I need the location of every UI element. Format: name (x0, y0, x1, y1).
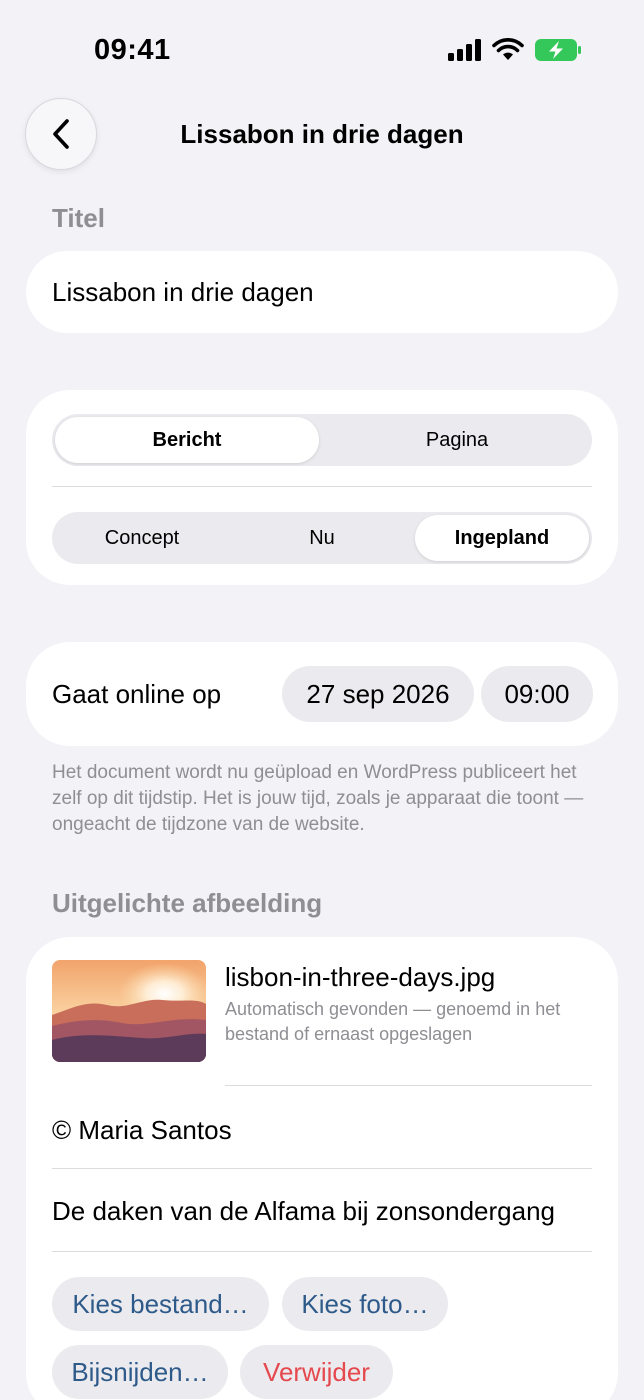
segment-ingepland[interactable]: Ingepland (415, 515, 589, 561)
divider (225, 1085, 592, 1086)
choose-photo-button[interactable]: Kies foto… (282, 1277, 448, 1331)
schedule-card: Gaat online op 27 sep 2026 09:00 (26, 642, 618, 746)
featured-image-card: lisbon-in-three-days.jpg Automatisch gev… (26, 937, 618, 1400)
segment-bericht[interactable]: Bericht (55, 417, 319, 463)
segment-concept[interactable]: Concept (55, 515, 229, 561)
image-thumbnail[interactable] (52, 960, 206, 1062)
title-section-label: Titel (52, 203, 105, 233)
date-picker-button[interactable]: 27 sep 2026 (282, 666, 474, 722)
choose-file-button[interactable]: Kies bestand… (52, 1277, 269, 1331)
battery-charging-icon (535, 39, 581, 61)
status-icons (448, 38, 582, 62)
page-title: Lissabon in drie dagen (180, 119, 464, 149)
title-field-value: Lissabon in drie dagen (52, 276, 314, 307)
post-settings-card: Bericht Pagina Concept Nu Ingepland (26, 390, 618, 585)
segment-pagina[interactable]: Pagina (325, 417, 589, 463)
time-picker-button[interactable]: 09:00 (481, 666, 593, 722)
image-file-description: Automatisch gevonden — genoemd in het be… (225, 999, 561, 1044)
publish-status-segmented-control: Concept Nu Ingepland (52, 512, 592, 564)
status-bar: 09:41 (0, 0, 644, 100)
crop-button[interactable]: Bijsnijden… (52, 1345, 228, 1399)
status-time: 09:41 (94, 34, 171, 66)
schedule-footnote: Het document wordt nu geüpload en WordPr… (52, 762, 584, 835)
wifi-icon (492, 38, 524, 60)
divider (52, 1251, 592, 1252)
segment-nu[interactable]: Nu (235, 515, 409, 561)
image-caption-field[interactable]: De daken van de Alfama bij zonsondergang (52, 1196, 555, 1227)
cellular-signal-icon (448, 39, 481, 61)
divider (52, 1168, 592, 1169)
title-field[interactable]: Lissabon in drie dagen (26, 251, 618, 333)
post-type-segmented-control: Bericht Pagina (52, 414, 592, 466)
sunset-landscape-image (52, 960, 206, 1062)
remove-image-button[interactable]: Verwijder (240, 1345, 393, 1399)
navigation-bar: Lissabon in drie dagen (0, 98, 644, 172)
featured-image-section-label: Uitgelichte afbeelding (52, 888, 323, 918)
schedule-label: Gaat online op (52, 679, 222, 709)
image-file-name: lisbon-in-three-days.jpg (225, 962, 496, 992)
divider (52, 486, 592, 487)
image-credit-field[interactable]: © Maria Santos (52, 1115, 232, 1146)
